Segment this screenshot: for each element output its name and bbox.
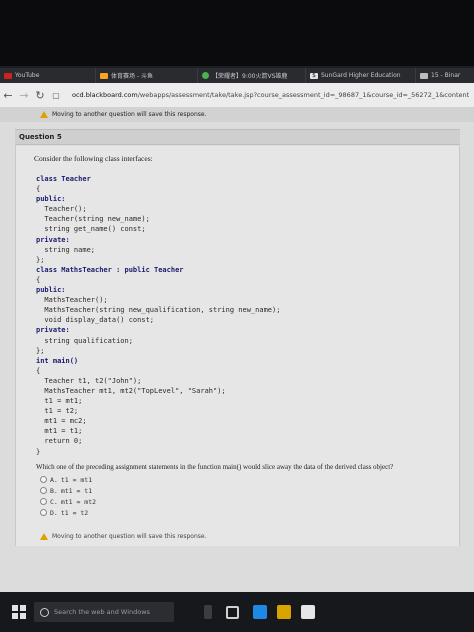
code-line: int main() <box>36 356 79 365</box>
code-line: Teacher(); <box>36 205 87 214</box>
question-header: Question 5 <box>15 129 460 145</box>
code-line: MathsTeacher(string new_qualification, s… <box>36 306 281 315</box>
answer-options: A. t1 = mt1 B. mt1 = t1 C. mt1 = mt2 D. … <box>40 474 96 518</box>
tab-stream[interactable]: 【荣耀者】9:00火箭VS雄鹿 <box>198 68 306 83</box>
radio-button[interactable] <box>40 509 47 516</box>
option-text: t1 = mt1 <box>60 475 93 484</box>
code-line: class Teacher <box>36 175 91 183</box>
dollar-icon: $ <box>310 72 318 79</box>
radio-button[interactable] <box>40 498 47 505</box>
tab-binary[interactable]: 15 - Binar <box>416 68 474 83</box>
code-block: class Teacher{public: Teacher(); Teacher… <box>36 174 280 457</box>
code-line: string name; <box>36 245 96 254</box>
option-letter: A. <box>50 475 58 484</box>
page-icon <box>420 72 428 79</box>
option-letter: B. <box>50 486 58 495</box>
code-line: { <box>36 275 41 284</box>
lock-icon: ▢ <box>52 90 60 100</box>
question-body: Consider the following class interfaces:… <box>15 146 460 546</box>
code-line: mt1 = t1; <box>36 427 83 436</box>
code-line: public: <box>36 195 66 204</box>
url-field[interactable]: ocd.blackboard.com/webapps/assessment/ta… <box>72 91 469 99</box>
search-placeholder: Search the web and Windows <box>54 608 150 616</box>
tab-label: YouTube <box>15 72 40 79</box>
footer-warning-text: Moving to another question will save thi… <box>52 533 207 540</box>
option-text: mt1 = t1 <box>60 486 93 495</box>
browser-tab-icon <box>202 72 209 79</box>
code-line: t1 = mt1; <box>36 397 83 406</box>
youtube-icon <box>4 72 12 79</box>
code-line: { <box>36 366 41 375</box>
radio-button[interactable] <box>40 487 47 494</box>
option-a[interactable]: A. t1 = mt1 <box>40 474 96 485</box>
save-warning-bar: Moving to another question will save thi… <box>0 107 474 122</box>
tab-sungard[interactable]: $ SunGard Higher Education <box>306 68 416 83</box>
option-text: t1 = t2 <box>60 508 89 517</box>
question-ask: Which one of the preceding assignment st… <box>36 463 394 471</box>
back-arrow-icon[interactable]: ← <box>0 89 16 102</box>
tab-douyu[interactable]: 体育赛场 - 斗鱼 <box>96 68 198 83</box>
option-letter: D. <box>50 508 58 517</box>
search-icon <box>40 607 49 617</box>
radio-button[interactable] <box>40 476 47 483</box>
address-bar: ← → ↻ ▢ ocd.blackboard.com/webapps/asses… <box>0 83 474 107</box>
code-line: t1 = t2; <box>36 407 79 416</box>
tab-label: 15 - Binar <box>431 72 461 79</box>
tab-label: 【荣耀者】9:00火箭VS雄鹿 <box>212 73 288 80</box>
option-b[interactable]: B. mt1 = t1 <box>40 485 96 496</box>
warning-icon <box>40 111 48 118</box>
code-line: MathsTeacher(); <box>36 296 108 305</box>
code-line: public: <box>36 286 66 295</box>
code-line: { <box>36 185 41 194</box>
douyu-icon <box>100 72 108 79</box>
file-explorer-icon[interactable] <box>277 605 291 619</box>
code-line: }; <box>36 346 45 355</box>
code-line: private: <box>36 235 70 244</box>
question-title: Question 5 <box>19 133 62 141</box>
option-d[interactable]: D. t1 = t2 <box>40 507 96 518</box>
warning-icon <box>40 533 48 540</box>
footer-warning: Moving to another question will save thi… <box>40 533 207 540</box>
windows-start-icon[interactable] <box>12 605 26 619</box>
tab-label: 体育赛场 - 斗鱼 <box>111 73 153 80</box>
code-line: private: <box>36 326 70 335</box>
edge-browser-icon[interactable] <box>253 605 267 619</box>
tab-youtube[interactable]: YouTube <box>0 68 96 83</box>
code-line: MathsTeacher mt1, mt2("TopLevel", "Sarah… <box>36 386 226 395</box>
taskbar-search[interactable]: Search the web and Windows <box>34 602 174 622</box>
code-line: class MathsTeacher : public Teacher <box>36 265 184 274</box>
code-line: mt1 = mc2; <box>36 417 87 426</box>
code-line: Teacher t1, t2("John"); <box>36 376 142 385</box>
taskbar: Search the web and Windows <box>0 592 474 632</box>
code-line: } <box>36 447 41 456</box>
refresh-icon[interactable]: ↻ <box>32 89 48 102</box>
code-line: return 0; <box>36 437 83 446</box>
tab-label: SunGard Higher Education <box>321 72 401 79</box>
question-prompt: Consider the following class interfaces: <box>34 154 153 163</box>
tab-bar: YouTube 体育赛场 - 斗鱼 【荣耀者】9:00火箭VS雄鹿 $ SunG… <box>0 68 474 83</box>
code-line: string qualification; <box>36 336 133 345</box>
code-line: }; <box>36 255 45 264</box>
option-c[interactable]: C. mt1 = mt2 <box>40 496 96 507</box>
task-view-icon[interactable] <box>226 605 239 619</box>
code-line: string get_name() const; <box>36 225 146 234</box>
option-letter: C. <box>50 497 58 506</box>
save-warning-text: Moving to another question will save thi… <box>52 111 207 118</box>
microphone-icon[interactable] <box>204 605 212 619</box>
forward-arrow-icon[interactable]: → <box>16 89 32 102</box>
option-text: mt1 = mt2 <box>60 497 97 506</box>
code-line: Teacher(string new_name); <box>36 215 150 224</box>
store-icon[interactable] <box>301 605 315 619</box>
code-line: void display_data() const; <box>36 316 155 325</box>
page-content: Moving to another question will save thi… <box>0 107 474 592</box>
